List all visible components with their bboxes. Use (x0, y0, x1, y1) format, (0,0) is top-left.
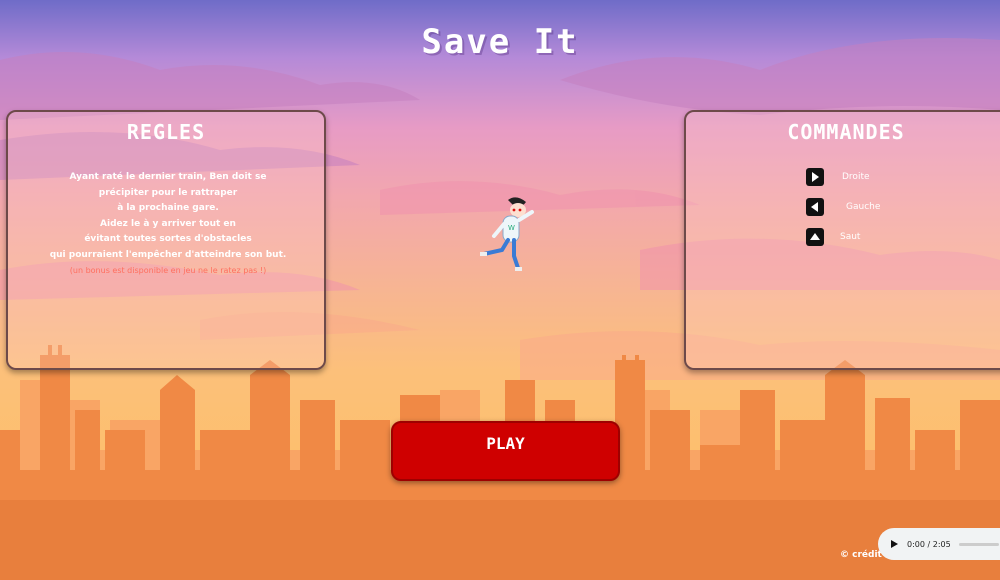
play-button[interactable]: PLAY (391, 421, 620, 481)
play-icon[interactable] (891, 540, 898, 548)
command-jump: Saut (806, 228, 860, 246)
command-label: Gauche (846, 202, 881, 212)
audio-progress-bar[interactable] (958, 542, 999, 546)
rules-text: Ayant raté le dernier train, Ben doit se… (8, 170, 328, 279)
bonus-note: (un bonus est disponible en jeu ne le ra… (69, 266, 267, 275)
rules-heading: REGLES (126, 120, 206, 144)
rules-line: évitant toutes sortes d'obstacles (84, 234, 252, 244)
commands-heading: COMMANDES (787, 120, 905, 144)
command-right: Droite (806, 168, 870, 186)
rules-line: Aidez le à y arriver tout en (100, 218, 236, 229)
command-label: Droite (842, 172, 870, 182)
command-left: Gauche (806, 198, 880, 216)
rules-line: précipiter pour le rattraper (98, 187, 238, 198)
arrow-left-key-icon (806, 198, 824, 216)
rules-line: Ayant raté le dernier train, Ben doit se (69, 172, 267, 182)
command-label: Saut (840, 232, 861, 242)
audio-player: 0:00 / 2:05 (878, 528, 1000, 560)
rules-line: qui pourraient l'empêcher d'atteindre so… (49, 249, 287, 260)
arrow-up-key-icon (806, 228, 824, 246)
audio-time: 0:00 / 2:05 (907, 539, 951, 549)
game-title: Save It (421, 22, 579, 62)
rules-panel: REGLES Ayant raté le dernier train, Ben … (6, 110, 326, 370)
rules-line: à la prochaine gare. (117, 203, 219, 213)
arrow-right-key-icon (806, 168, 824, 186)
credit-link[interactable]: © crédit (840, 550, 882, 560)
svg-text:W: W (508, 224, 515, 232)
commands-panel: COMMANDES Droite Gauche Saut (684, 110, 1000, 370)
